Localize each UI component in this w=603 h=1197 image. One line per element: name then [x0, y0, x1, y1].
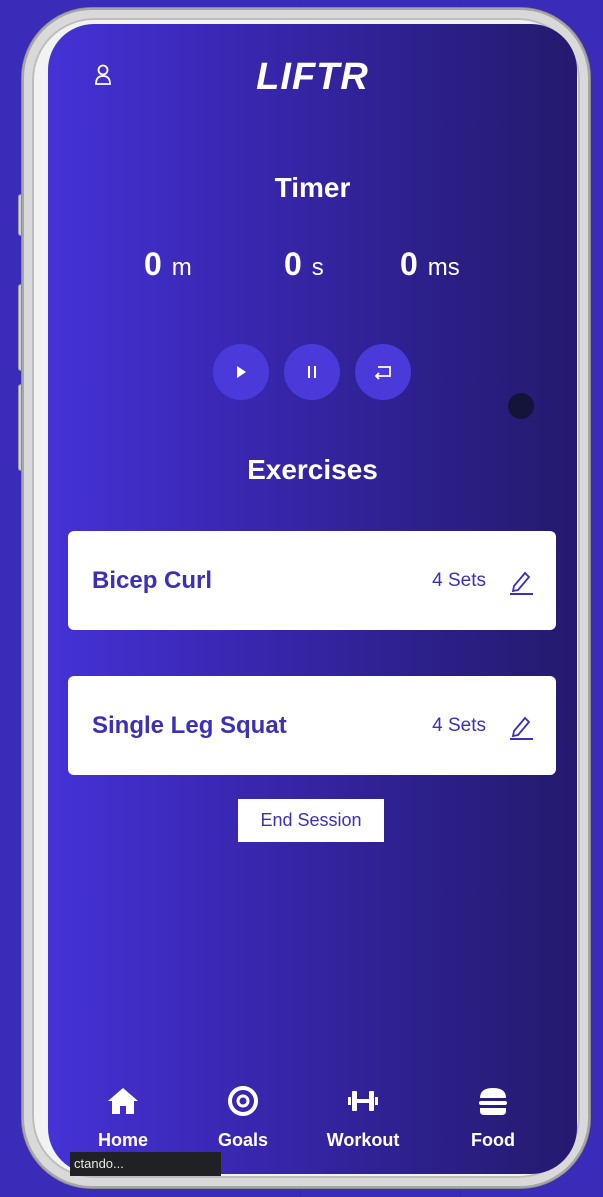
nav-item-workout[interactable]: Workout: [308, 1084, 418, 1151]
minutes-value: 0: [144, 246, 162, 282]
app-screen: LIFTR Timer 0m 0s 0 ms Exercises Bicep Cu…: [48, 24, 577, 1174]
reset-icon: [374, 366, 391, 380]
timer-minutes: 0m: [144, 246, 192, 283]
minutes-unit: m: [171, 254, 192, 281]
edit-icon[interactable]: [508, 567, 534, 595]
timer-title: Timer: [274, 172, 351, 203]
nav-label-home: Home: [97, 1130, 148, 1150]
home-icon: [108, 1088, 138, 1114]
exercise-name: Single Leg Squat: [92, 712, 287, 739]
timer-milliseconds: 0 ms: [400, 246, 460, 283]
seconds-value: 0: [284, 246, 302, 282]
exercise-sets: 4 Sets: [432, 715, 486, 736]
exercise-sets: 4 Sets: [432, 570, 486, 591]
pause-button[interactable]: [284, 344, 340, 400]
pause-icon: [308, 366, 316, 378]
nav-label-goals: Goals: [217, 1130, 269, 1150]
app-logo: LIFTR: [256, 56, 369, 98]
timer-seconds: 0s: [284, 246, 324, 283]
nav-item-food[interactable]: Food: [438, 1084, 548, 1151]
milliseconds-unit: ms: [427, 254, 460, 281]
nav-item-goals[interactable]: Goals: [188, 1084, 298, 1151]
browser-status-text: ctando...: [70, 1152, 221, 1176]
exercise-card[interactable]: Single Leg Squat 4 Sets: [68, 676, 556, 775]
dumbbell-icon: [348, 1091, 378, 1111]
seconds-unit: s: [311, 254, 324, 281]
target-icon: [228, 1086, 258, 1116]
exercise-card[interactable]: Bicep Curl 4 Sets: [68, 531, 556, 630]
exercises-title: Exercises: [247, 454, 378, 485]
play-icon: [237, 366, 246, 378]
nav-label-workout: Workout: [326, 1130, 400, 1150]
indicator-dot: [508, 393, 534, 419]
end-session-button[interactable]: End Session: [238, 799, 384, 842]
reset-button[interactable]: [355, 344, 411, 400]
milliseconds-value: 0: [400, 246, 418, 282]
exercise-name: Bicep Curl: [92, 567, 213, 594]
edit-icon[interactable]: [508, 712, 534, 740]
play-button[interactable]: [213, 344, 269, 400]
nav-label-food: Food: [471, 1130, 515, 1150]
timer-display: 0m 0s 0 ms: [48, 246, 577, 286]
nav-item-home[interactable]: Home: [68, 1084, 178, 1151]
burger-icon: [479, 1088, 507, 1115]
